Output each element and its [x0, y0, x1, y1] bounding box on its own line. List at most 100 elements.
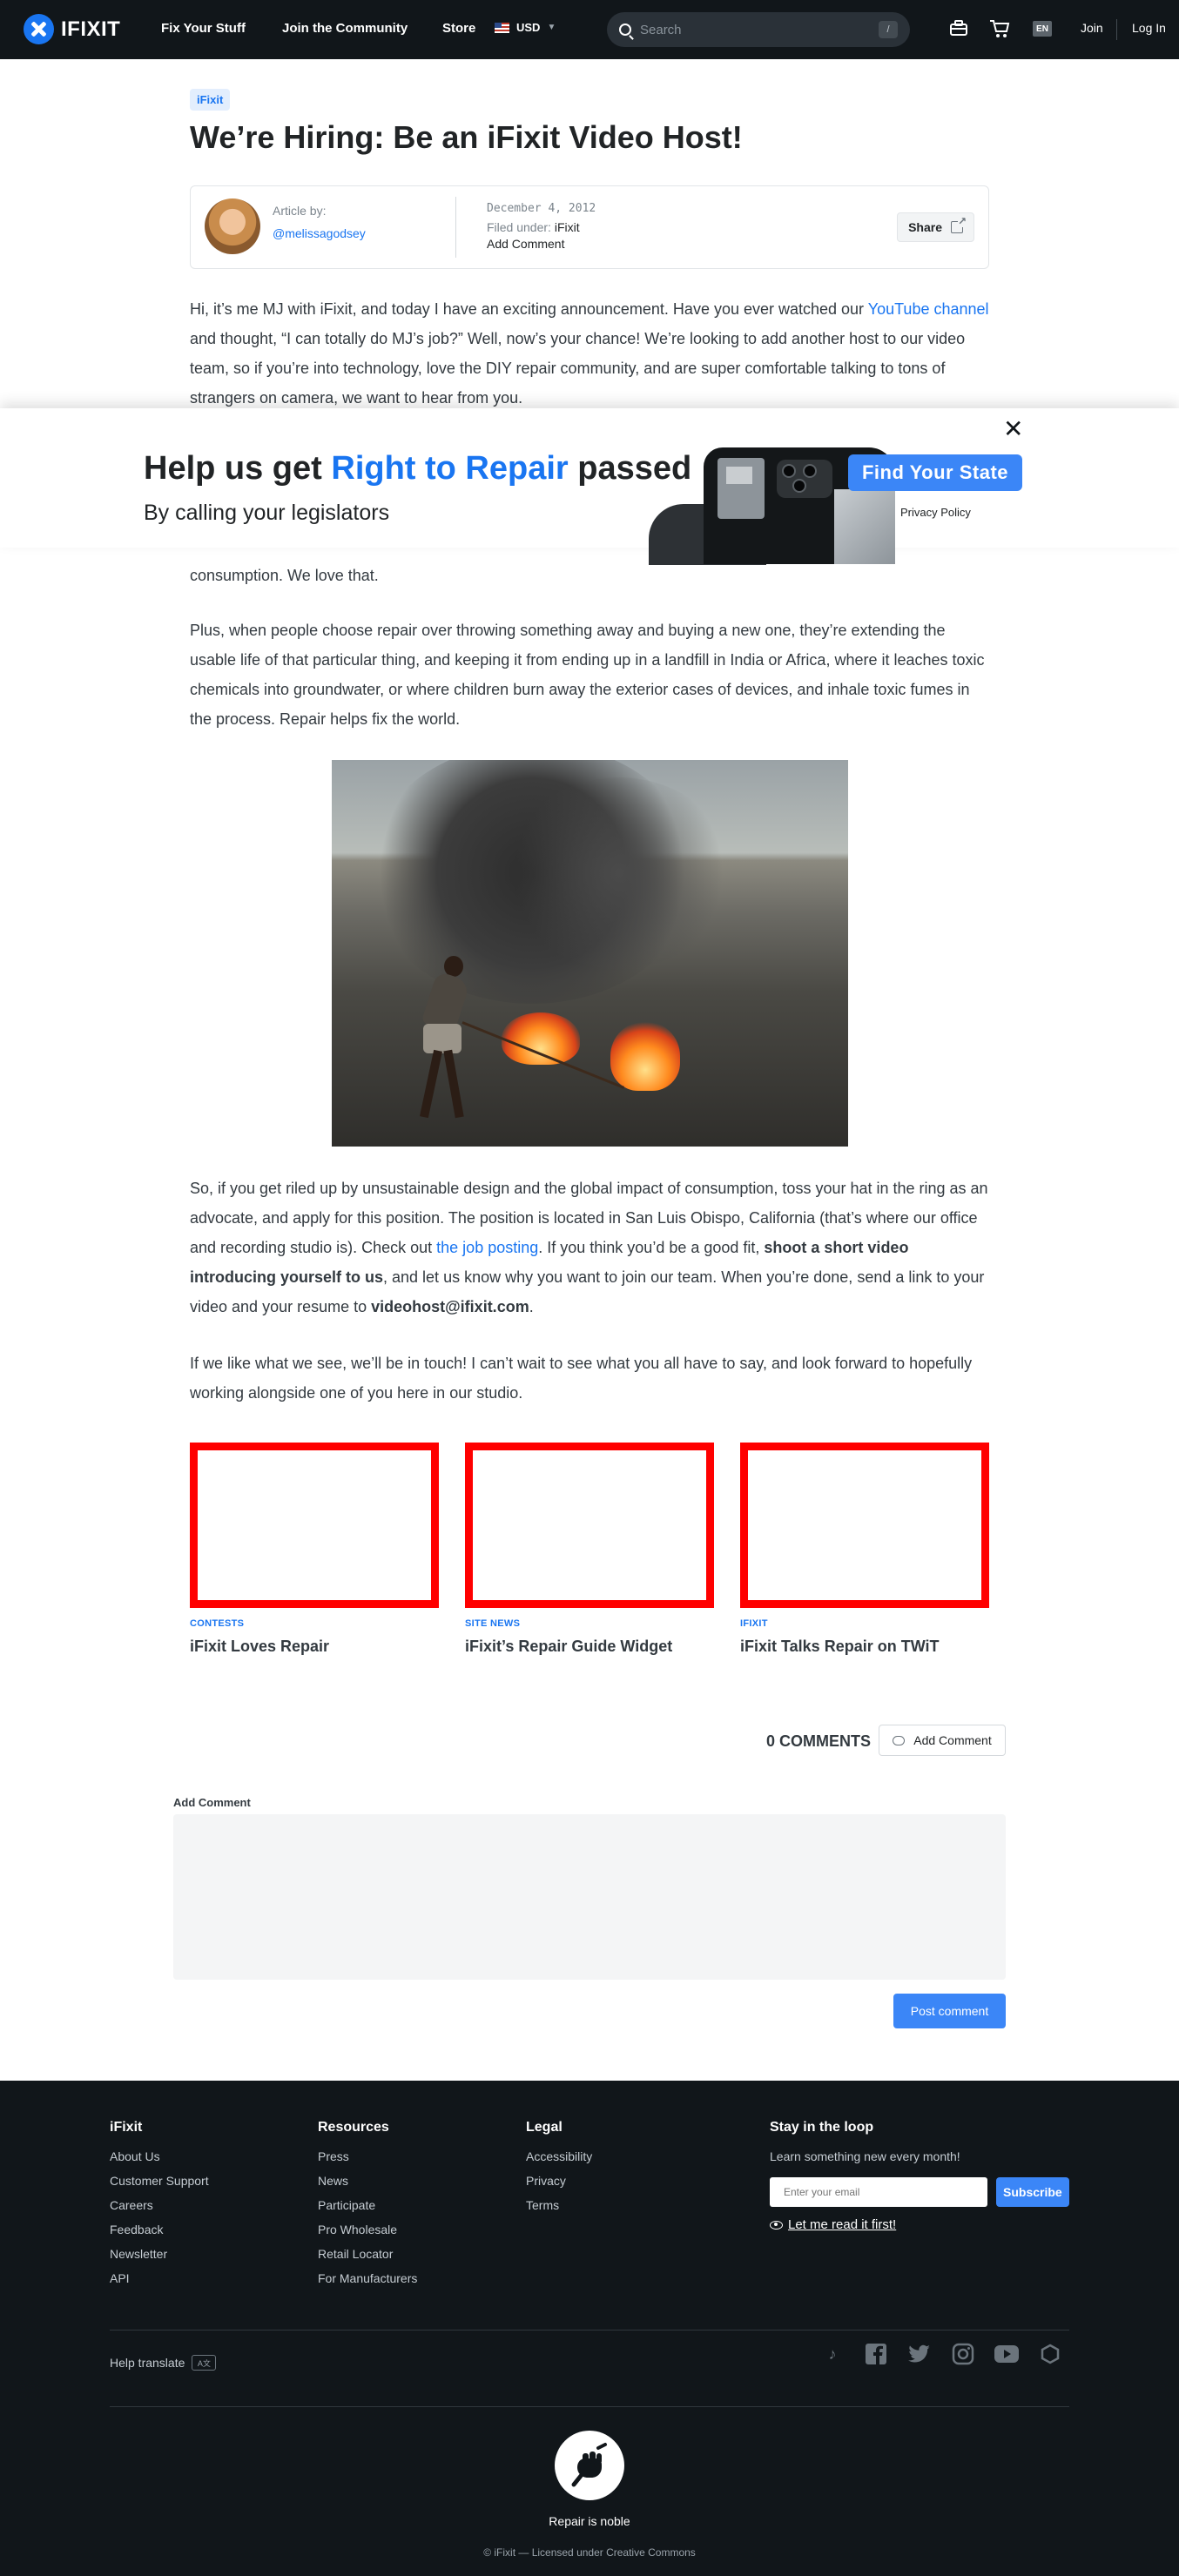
filed-under: Filed under: iFixit	[487, 220, 580, 234]
related-card[interactable]: Site News iFixit’s Repair Guide Widget	[465, 1443, 714, 1656]
footer-license[interactable]: © iFixit — Licensed under Creative Commo…	[0, 2546, 1179, 2559]
tiktok-icon[interactable]: ♪	[820, 2342, 845, 2366]
smoke-cloud	[506, 777, 732, 969]
footer-col-title: Stay in the loop	[770, 2120, 874, 2135]
footer-link[interactable]: Customer Support	[110, 2174, 209, 2188]
related-card[interactable]: iFixit iFixit Talks Repair on TWiT	[740, 1443, 989, 1656]
comments-count: 0 COMMENTS	[766, 1732, 872, 1750]
eye-icon	[770, 2220, 783, 2230]
instagram-icon[interactable]	[951, 2342, 975, 2366]
card-thumbnail[interactable]	[740, 1443, 989, 1608]
ifixit-logo[interactable]: IFIXIT	[24, 14, 120, 44]
add-comment-label: Add Comment	[173, 1796, 251, 1809]
card-title[interactable]: iFixit Talks Repair on TWiT	[740, 1638, 989, 1656]
card-thumbnail[interactable]	[465, 1443, 714, 1608]
nav-fix-your-stuff[interactable]: Fix Your Stuff	[161, 21, 246, 36]
banner-title-highlight: Right to Repair	[331, 450, 569, 487]
job-posting-link[interactable]: the job posting	[436, 1239, 538, 1256]
banner-title-b: passed	[568, 450, 692, 487]
subscribe-button[interactable]: Subscribe	[996, 2177, 1069, 2207]
share-label: Share	[908, 220, 942, 234]
meta-divider	[455, 197, 456, 258]
footer-tagline: Repair is noble	[549, 2514, 630, 2528]
banner-title: Help us get Right to Repair passed	[144, 450, 691, 488]
join-link[interactable]: Join	[1081, 21, 1103, 35]
footer-link[interactable]: Participate	[318, 2198, 417, 2212]
help-translate-label: Help translate	[110, 2356, 185, 2370]
footer-link[interactable]: Pro Wholesale	[318, 2223, 417, 2236]
footer-col-title: iFixit	[110, 2120, 143, 2135]
share-button[interactable]: Share	[897, 212, 974, 242]
privacy-policy-link[interactable]: Privacy Policy	[900, 506, 971, 519]
card-thumbnail[interactable]	[190, 1443, 439, 1608]
related-card[interactable]: Contests iFixit Loves Repair	[190, 1443, 439, 1656]
card-category[interactable]: iFixit	[740, 1618, 989, 1629]
us-flag-icon	[495, 22, 509, 33]
footer-link[interactable]: For Manufacturers	[318, 2271, 417, 2285]
fire	[610, 1021, 680, 1091]
repair-fist-logo	[555, 2431, 624, 2500]
card-category[interactable]: Site News	[465, 1618, 714, 1629]
card-title[interactable]: iFixit’s Repair Guide Widget	[465, 1638, 714, 1656]
search-input[interactable]	[640, 22, 870, 37]
twitter-icon[interactable]	[907, 2342, 932, 2366]
newsletter-form: Subscribe	[770, 2177, 1069, 2207]
footer-link[interactable]: About Us	[110, 2149, 209, 2163]
facebook-icon[interactable]	[864, 2342, 888, 2366]
body-paragraph-2-tail: consumption. We love that.	[190, 567, 379, 584]
body-paragraph-3: Plus, when people choose repair over thr…	[190, 622, 985, 728]
footer-link[interactable]: Press	[318, 2149, 417, 2163]
add-comment-button-label: Add Comment	[913, 1733, 992, 1747]
right-to-repair-banner: ✕ Help us get Right to Repair passed By …	[0, 408, 1179, 565]
search-bar[interactable]: /	[607, 12, 910, 47]
body-paragraph-1: Hi, it’s me MJ with iFixit, and today I …	[190, 294, 989, 413]
p1-text-b: and thought, “I can totally do MJ’s job?…	[190, 330, 966, 407]
language-selector[interactable]: EN	[1033, 21, 1052, 37]
author-avatar[interactable]	[205, 198, 260, 254]
add-comment-link[interactable]: Add Comment	[487, 237, 564, 251]
site-footer: iFixit About Us Customer Support Careers…	[0, 2081, 1179, 2576]
article-tag[interactable]: iFixit	[190, 89, 231, 111]
footer-link[interactable]: News	[318, 2174, 417, 2188]
comment-textarea[interactable]	[173, 1814, 1006, 1980]
currency-selector[interactable]: USD ▼	[495, 21, 556, 34]
login-link[interactable]: Log In	[1132, 21, 1166, 35]
footer-link[interactable]: Retail Locator	[318, 2247, 417, 2261]
read-first-label: Let me read it first!	[788, 2217, 897, 2232]
filed-value[interactable]: iFixit	[555, 220, 580, 234]
footer-link[interactable]: Privacy	[526, 2174, 592, 2188]
youtube-icon[interactable]	[994, 2342, 1019, 2366]
card-category[interactable]: Contests	[190, 1618, 439, 1629]
toolbox-icon[interactable]	[949, 19, 970, 38]
footer-link[interactable]: Accessibility	[526, 2149, 592, 2163]
youtube-channel-link[interactable]: YouTube channel	[868, 300, 989, 318]
footer-col-title: Legal	[526, 2120, 563, 2135]
repair-org-icon[interactable]	[1038, 2342, 1062, 2366]
card-title[interactable]: iFixit Loves Repair	[190, 1638, 439, 1656]
email-address: videohost@ifixit.com	[371, 1298, 529, 1315]
close-icon[interactable]: ✕	[1003, 417, 1023, 441]
footer-link[interactable]: Careers	[110, 2198, 209, 2212]
find-your-state-button[interactable]: Find Your State	[848, 454, 1022, 491]
author-link[interactable]: @melissagodsey	[273, 226, 366, 240]
p1-text-a: Hi, it’s me MJ with iFixit, and today I …	[190, 300, 868, 318]
footer-link[interactable]: Newsletter	[110, 2247, 209, 2261]
help-translate[interactable]: Help translate A文	[110, 2355, 217, 2371]
footer-link[interactable]: Feedback	[110, 2223, 209, 2236]
email-field[interactable]	[770, 2177, 987, 2207]
newsletter-subtitle: Learn something new every month!	[770, 2149, 960, 2163]
nav-store[interactable]: Store	[442, 21, 475, 36]
nav-join-community[interactable]: Join the Community	[282, 21, 408, 36]
banner-subtitle: By calling your legislators	[144, 501, 390, 525]
nav-divider	[1116, 19, 1117, 40]
read-first-link[interactable]: Let me read it first!	[770, 2217, 1069, 2232]
post-comment-button[interactable]: Post comment	[893, 1994, 1006, 2028]
cart-icon[interactable]	[989, 19, 1010, 38]
e-waste-burning-photo	[332, 760, 848, 1147]
add-comment-button[interactable]: Add Comment	[879, 1725, 1006, 1756]
footer-link[interactable]: Terms	[526, 2198, 592, 2212]
phone-board	[718, 458, 765, 519]
phone-camera	[777, 460, 832, 498]
footer-link[interactable]: API	[110, 2271, 209, 2285]
footer-col-ifixit: iFixit About Us Customer Support Careers…	[110, 2120, 209, 2296]
